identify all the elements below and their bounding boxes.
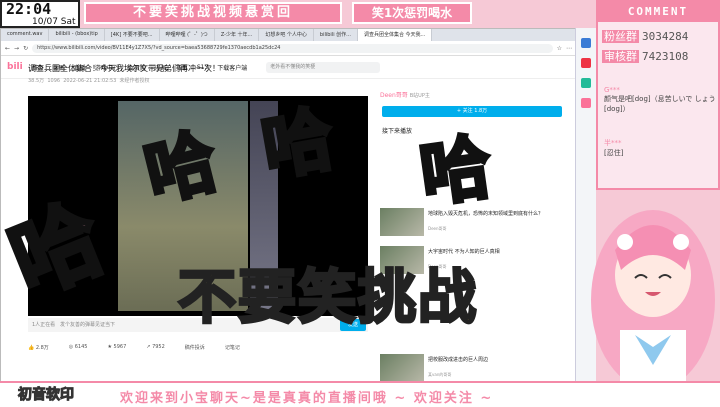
fans-group-value: 3034284 bbox=[642, 30, 689, 43]
bottom-marquee-bar: 初音软印 欢迎来到小宝聊天~是是真真的直播间哦 ~ 欢迎关注 ~ bbox=[0, 381, 720, 407]
menu-icon[interactable]: ⋯ bbox=[566, 45, 572, 52]
video-actions: 👍 2.8万 ◎ 6145 ★ 5967 ↗ 7952 稿件投诉 记笔记 bbox=[28, 340, 368, 354]
up-next-title: 接下来播放 bbox=[382, 128, 413, 135]
browser-tab[interactable]: [4K] 不要不要吧... bbox=[105, 29, 160, 41]
video-meta: 38.5万 1096 2022-06-21 21:02:53 未经作者授权 bbox=[28, 77, 150, 84]
rec-author: Deen哥哥 bbox=[428, 226, 447, 231]
report-link[interactable]: 稿件投诉 bbox=[185, 344, 205, 351]
coin-button[interactable]: ◎ 6145 bbox=[69, 344, 88, 350]
publish-date: 2022-06-21 21:02:53 bbox=[63, 78, 117, 84]
stream-banner-challenge: 不要笑挑战视频悬赏回 bbox=[84, 2, 342, 24]
reload-icon[interactable]: ↻ bbox=[23, 45, 28, 52]
uploader-subtitle: B站UP主 bbox=[409, 93, 430, 99]
clock-date: 10/07 Sat bbox=[32, 17, 76, 27]
favorite-button[interactable]: ★ 5967 bbox=[107, 344, 126, 350]
app-icon[interactable] bbox=[581, 38, 591, 48]
uploader-name[interactable]: Deen哥哥 B站UP主 bbox=[380, 90, 430, 99]
browser-toolbar: ← → ↻ https://www.bilibili.com/video/BV1… bbox=[1, 41, 576, 56]
marquee-text: 欢迎来到小宝聊天~是是真真的直播间哦 ~ 欢迎关注 ~ bbox=[120, 391, 494, 406]
stream-banner-penalty: 笑1次惩罚喝水 bbox=[352, 2, 472, 24]
favorite-count: 5967 bbox=[113, 344, 127, 350]
app-icon[interactable] bbox=[581, 58, 591, 68]
like-count: 2.8万 bbox=[35, 344, 49, 351]
share-button[interactable]: ↗ 7952 bbox=[146, 344, 165, 350]
browser-tab[interactable]: 哔哩哔哩 (゜-゜)つ bbox=[160, 29, 215, 41]
comment-text: [忍住] bbox=[604, 149, 624, 157]
clock-time: 22:04 bbox=[6, 0, 52, 18]
browser-tab[interactable]: bilibili - (bbox)tip bbox=[49, 29, 105, 41]
comment-panel: COMMENT 粉丝群 3034284 审核群 7423108 G*** 颜气是吧[… bbox=[596, 0, 720, 190]
notes-link[interactable]: 记笔记 bbox=[225, 344, 240, 351]
app-icon[interactable] bbox=[581, 78, 591, 88]
danmaku-placeholder: 发个友善的弹幕见证当下 bbox=[59, 322, 115, 328]
address-bar[interactable]: https://www.bilibili.com/video/BV11E4y1Z… bbox=[32, 43, 553, 53]
vtuber-avatar bbox=[591, 210, 715, 385]
overlay-ha: 哈 bbox=[413, 123, 498, 218]
forward-icon[interactable]: → bbox=[14, 45, 19, 52]
search-input[interactable]: 老外看不懂我的笑梗 bbox=[266, 61, 381, 73]
review-group: 审核群 7423108 bbox=[602, 48, 720, 64]
fans-group: 粉丝群 3034284 bbox=[602, 28, 720, 44]
browser-tab[interactable]: 幻想乡吧 个人中心 bbox=[259, 29, 314, 41]
browser-tab[interactable]: bilibili 创作... bbox=[314, 29, 358, 41]
repost-note: 未经作者授权 bbox=[119, 78, 150, 84]
rec-title: 把校服改成进击的巨人周边 bbox=[428, 357, 489, 363]
viewer-count: 1人正在看 bbox=[32, 322, 56, 328]
recommended-video[interactable]: 把校服改成进击的巨人周边 某van的哥哥 bbox=[380, 354, 570, 384]
back-icon[interactable]: ← bbox=[5, 45, 10, 52]
rec-thumbnail bbox=[380, 354, 424, 382]
like-button[interactable]: 👍 2.8万 bbox=[28, 344, 49, 351]
danmaku-count: 1096 bbox=[47, 78, 61, 84]
comment-user: G*** bbox=[604, 86, 620, 94]
comment-text: 颜气是吧[dog]（息苦しいで しょう[dog]） bbox=[604, 95, 716, 113]
uploader-name-text: Deen哥哥 bbox=[380, 92, 408, 99]
browser-tab-strip: comment.wav bilibili - (bbox)tip [4K] 不要… bbox=[1, 29, 576, 41]
browser-tab[interactable]: comment.wav bbox=[1, 29, 50, 41]
comment-item: 半*** [忍住] bbox=[604, 138, 716, 158]
rec-thumbnail bbox=[380, 208, 424, 236]
comment-user: 半*** bbox=[604, 139, 622, 147]
browser-tab-active[interactable]: 调查兵团全体集合 今天我... bbox=[357, 29, 433, 41]
browser-tab[interactable]: Z-少年 十年... bbox=[215, 29, 260, 41]
nav-item-download[interactable]: 下载客户端 bbox=[217, 63, 247, 72]
star-icon[interactable]: ☆ bbox=[557, 45, 562, 52]
app-icon[interactable] bbox=[581, 98, 591, 108]
overlay-challenge-title: 不要笑挑战 bbox=[176, 262, 479, 333]
coin-count: 6145 bbox=[74, 344, 88, 350]
fans-group-label: 粉丝群 bbox=[602, 30, 639, 43]
share-count: 7952 bbox=[152, 344, 165, 350]
review-group-label: 审核群 bbox=[602, 50, 639, 63]
stream-logo: 初音软印 bbox=[18, 387, 75, 404]
comment-item: G*** 颜气是吧[dog]（息苦しいで しょう[dog]） bbox=[604, 86, 716, 114]
stream-clock: 22:04 10/07 Sat bbox=[0, 0, 80, 28]
comment-header: COMMENT bbox=[598, 2, 718, 22]
video-title: 调查兵团全体集合！今天我埃尔文带兄弟们再冲一次！ bbox=[28, 64, 220, 73]
bilibili-logo[interactable]: bili bbox=[7, 62, 23, 72]
view-count: 38.5万 bbox=[28, 78, 45, 84]
rec-author: 某van的哥哥 bbox=[428, 372, 452, 377]
review-group-value: 7423108 bbox=[642, 50, 689, 63]
